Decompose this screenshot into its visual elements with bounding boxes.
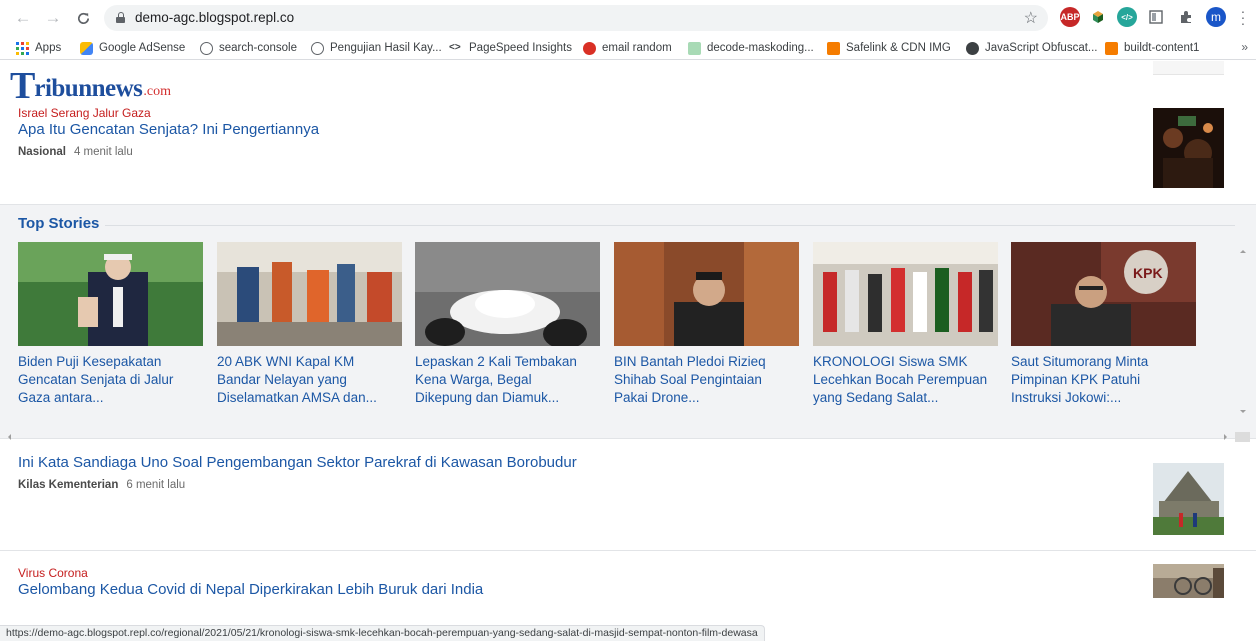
top-story-card[interactable]: KPK Saut Situmorang Minta Pimpinan KPK P… [1011,242,1196,407]
article-thumbnail[interactable] [1153,61,1224,75]
article-time: 4 menit lalu [73,146,133,158]
address-bar[interactable]: demo-agc.blogspot.repl.co ☆ [104,5,1048,31]
top-stories-section: Top Stories Biden Puji Kesepakatan Genca… [0,204,1256,442]
article-item: Virus Corona Gelombang Kedua Covid di Ne… [18,566,483,600]
adsense-icon [80,41,93,55]
globe-icon [311,41,324,55]
bookmark-js-obfuscator[interactable]: JavaScript Obfuscat... [966,40,1098,56]
bookmark-pengujian[interactable]: Pengujian Hasil Kay... [311,40,442,56]
globe-icon [200,41,213,55]
article-thumbnail[interactable] [1153,564,1224,598]
article-time: 6 menit lalu [126,479,186,491]
reader-extension-icon[interactable] [1146,7,1166,27]
top-story-image[interactable]: KPK [1011,242,1196,346]
compass-icon [966,41,979,55]
top-story-caption[interactable]: BIN Bantah Pledoi Rizieq Shihab Soal Pen… [614,353,799,407]
top-story-image[interactable] [217,242,402,346]
article-headline[interactable]: Apa Itu Gencatan Senjata? Ini Pengertian… [18,120,319,140]
menu-kebab-icon[interactable]: · · · [1238,4,1248,30]
extensions-puzzle-icon[interactable] [1176,7,1196,27]
article-category[interactable]: Nasional [18,146,66,158]
bookmark-buildt-content[interactable]: buildt-content1 [1105,40,1199,56]
back-button[interactable]: ← [12,7,34,29]
top-story-card[interactable]: KRONOLOGI Siswa SMK Lecehkan Bocah Perem… [813,242,998,407]
reload-button[interactable] [72,7,94,29]
top-story-caption[interactable]: Saut Situmorang Minta Pimpinan KPK Patuh… [1011,353,1196,407]
article-thumbnail[interactable] [1153,108,1224,188]
top-story-card[interactable]: Lepaskan 2 Kali Tembakan Kena Warga, Beg… [415,242,600,407]
article-category[interactable]: Kilas Kementerian [18,479,118,491]
top-story-card[interactable]: Biden Puji Kesepakatan Gencatan Senjata … [18,242,203,407]
lock-icon [116,12,125,23]
top-story-image[interactable] [18,242,203,346]
blogger-icon [827,41,840,55]
bookmark-pagespeed[interactable]: <> PageSpeed Insights [449,40,572,56]
bookmark-apps[interactable]: Apps [16,40,61,56]
bookmark-safelink[interactable]: Safelink & CDN IMG [827,40,951,56]
article-kicker[interactable]: Virus Corona [18,566,483,580]
article-thumbnail[interactable] [1153,463,1224,535]
profile-avatar[interactable]: m [1206,7,1226,27]
bookmarks-overflow-icon[interactable]: » [1241,40,1248,54]
url-text: demo-agc.blogspot.repl.co [135,10,295,25]
article-meta: Nasional 4 menit lalu [18,146,319,158]
bookmark-google-adsense[interactable]: Google AdSense [80,40,185,56]
code-extension-icon[interactable]: </> [1117,7,1137,27]
site-logo[interactable]: T ribunnews .com [10,65,171,105]
reload-icon [77,12,89,24]
article-item: Israel Serang Jalur Gaza Apa Itu Gencata… [18,106,319,158]
article-kicker[interactable]: Israel Serang Jalur Gaza [18,106,319,120]
top-story-caption[interactable]: KRONOLOGI Siswa SMK Lecehkan Bocah Perem… [813,353,998,407]
apps-grid-icon [16,41,29,55]
puzzle-green-extension-icon[interactable] [1088,7,1108,27]
top-stories-vertical-scrollbar[interactable] [1236,242,1250,422]
page-content: T ribunnews .com Israel Serang Jalur Gaz… [0,61,1256,641]
bookmark-decode-maskoding[interactable]: decode-maskoding... [688,40,814,56]
article-meta: Kilas Kementerian 6 menit lalu [18,479,577,491]
top-story-image[interactable] [415,242,600,346]
bookmarks-bar: Apps Google AdSense search-console Pengu… [0,36,1256,60]
top-stories-horizontal-scrollbar[interactable] [0,429,1250,442]
bookmark-star-icon[interactable]: ☆ [1024,8,1038,28]
email-icon [583,41,596,55]
bookmark-search-console[interactable]: search-console [200,40,297,56]
top-story-image[interactable] [813,242,998,346]
article-headline[interactable]: Ini Kata Sandiaga Uno Soal Pengembangan … [18,453,577,473]
forward-button[interactable]: → [42,7,64,29]
adblock-extension-icon[interactable]: ABP [1060,7,1080,27]
top-story-card[interactable]: BIN Bantah Pledoi Rizieq Shihab Soal Pen… [614,242,799,407]
top-story-image[interactable] [614,242,799,346]
top-story-caption[interactable]: Biden Puji Kesepakatan Gencatan Senjata … [18,353,203,407]
blogger-icon [1105,41,1118,55]
bookmark-email-random[interactable]: email random [583,40,672,56]
code-brackets-icon: <> [449,41,461,53]
page-icon [688,41,701,55]
svg-text:KPK: KPK [1133,265,1163,281]
status-bar-url: https://demo-agc.blogspot.repl.co/region… [0,625,765,641]
top-story-caption[interactable]: Lepaskan 2 Kali Tembakan Kena Warga, Beg… [415,353,600,407]
article-item: Ini Kata Sandiaga Uno Soal Pengembangan … [18,453,577,491]
top-story-card[interactable]: 20 ABK WNI Kapal KM Bandar Nelayan yang … [217,242,402,407]
section-divider-line [105,225,1235,226]
browser-toolbar: ← → demo-agc.blogspot.repl.co ☆ ABP </> … [0,0,1256,36]
top-story-caption[interactable]: 20 ABK WNI Kapal KM Bandar Nelayan yang … [217,353,402,407]
article-divider [0,550,1256,551]
top-stories-title: Top Stories [18,215,100,232]
article-headline[interactable]: Gelombang Kedua Covid di Nepal Diperkira… [18,580,483,600]
